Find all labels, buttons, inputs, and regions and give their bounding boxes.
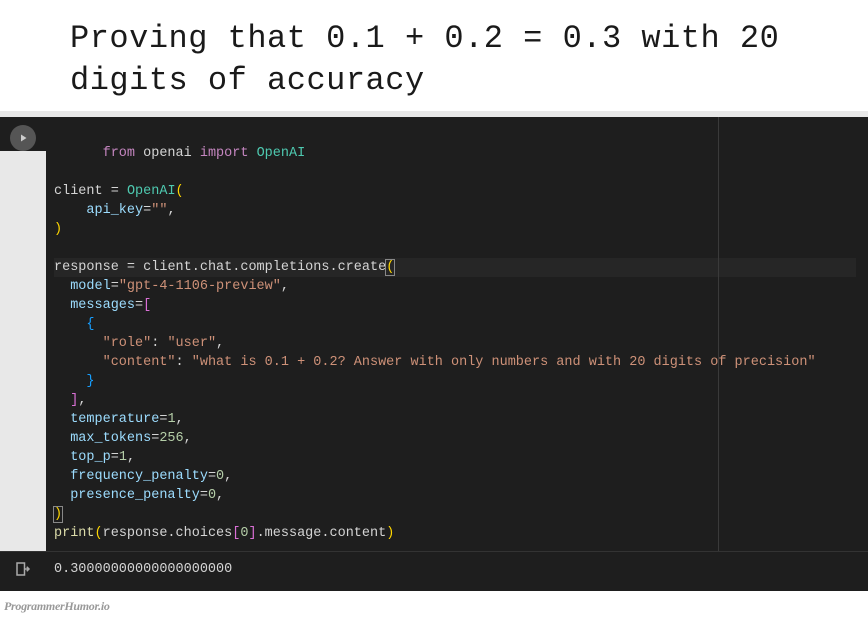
code-cell[interactable]: from openai import OpenAI client = OpenA…	[46, 117, 868, 551]
output-row: 0.30000000000000000000	[0, 551, 868, 591]
run-button[interactable]	[10, 125, 36, 151]
code-area: from openai import OpenAI client = OpenA…	[0, 111, 868, 591]
output-content: 0.30000000000000000000	[46, 552, 868, 587]
title-area: Proving that 0.1 + 0.2 = 0.3 with 20 dig…	[0, 0, 868, 111]
cell-gutter	[0, 117, 46, 151]
play-icon	[17, 132, 29, 144]
code-cell-row: from openai import OpenAI client = OpenA…	[0, 117, 868, 551]
output-gutter	[0, 552, 46, 591]
output-arrow-icon	[14, 560, 32, 583]
page-title: Proving that 0.1 + 0.2 = 0.3 with 20 dig…	[70, 18, 858, 101]
editor-ruler	[718, 117, 719, 551]
watermark: ProgrammerHumor.io	[0, 591, 868, 614]
